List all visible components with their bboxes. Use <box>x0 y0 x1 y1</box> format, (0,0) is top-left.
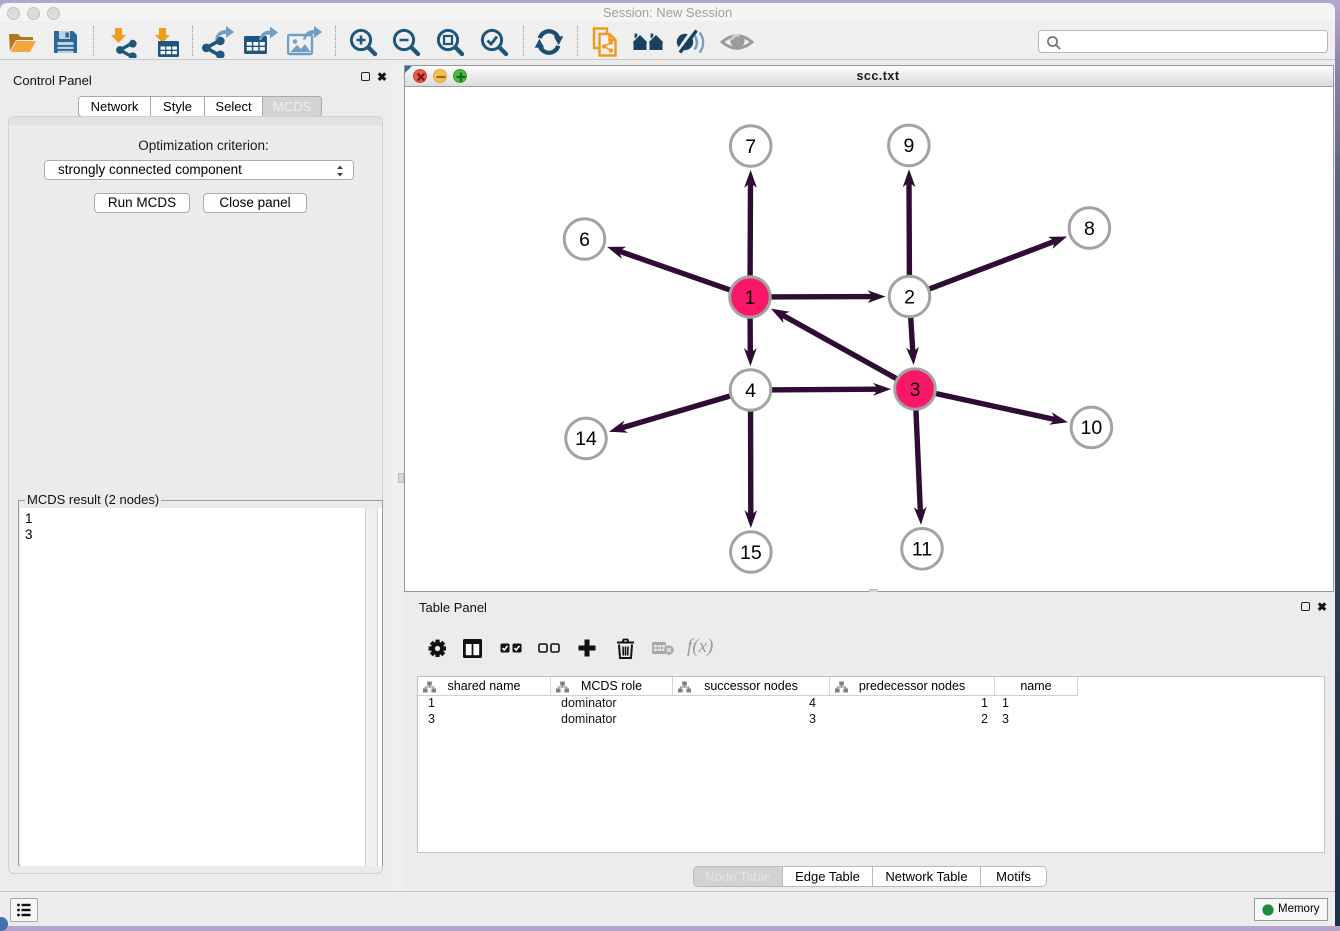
svg-text:10: 10 <box>1081 417 1103 439</box>
svg-text:9: 9 <box>903 135 914 157</box>
svg-text:7: 7 <box>745 136 756 158</box>
svg-text:6: 6 <box>579 229 590 251</box>
svg-text:1: 1 <box>745 287 756 309</box>
svg-text:14: 14 <box>575 428 597 450</box>
svg-text:8: 8 <box>1084 218 1095 240</box>
svg-text:3: 3 <box>910 379 921 401</box>
svg-text:2: 2 <box>904 286 915 308</box>
svg-text:11: 11 <box>912 539 932 561</box>
svg-text:15: 15 <box>740 542 762 564</box>
svg-text:4: 4 <box>745 380 756 402</box>
